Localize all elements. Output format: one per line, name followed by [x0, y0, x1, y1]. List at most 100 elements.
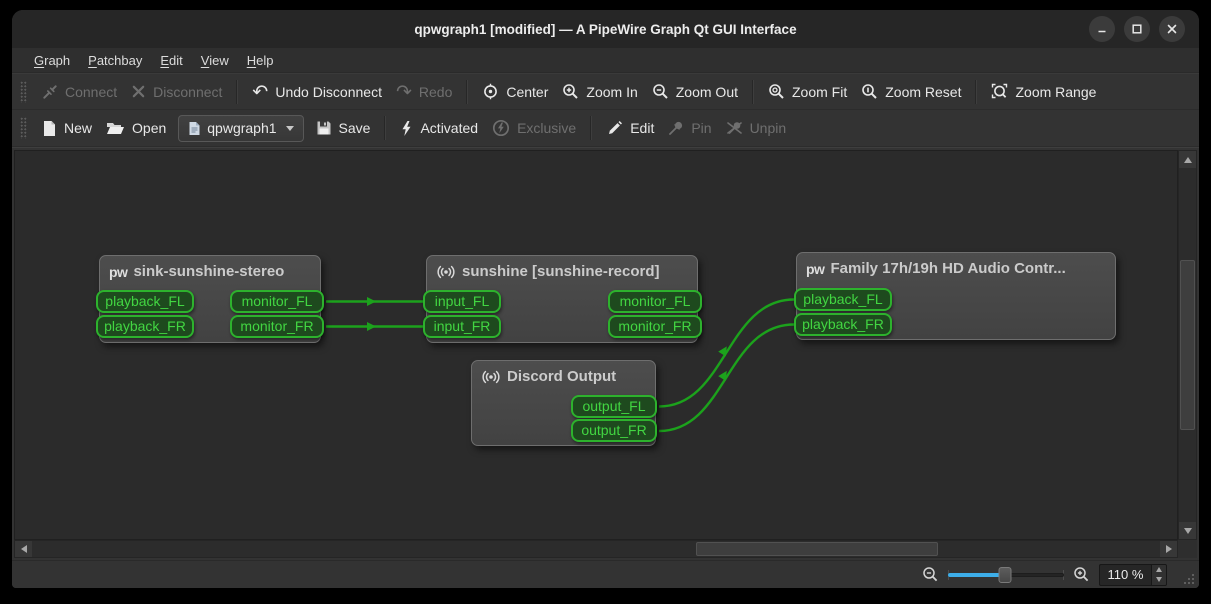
unpin-icon	[726, 122, 742, 134]
zoom-in-button[interactable]: Zoom In	[555, 77, 644, 107]
open-button[interactable]: Open	[99, 113, 173, 143]
disconnect-button[interactable]: Disconnect	[124, 77, 229, 107]
undo-icon: ↶	[252, 80, 269, 103]
zoom-range-button[interactable]: Zoom Range	[984, 77, 1103, 107]
menu-edit[interactable]: Edit	[151, 50, 191, 71]
toolbar-separator	[590, 116, 593, 140]
arrow-down-icon	[1156, 577, 1162, 582]
scroll-down-button[interactable]	[1179, 522, 1196, 539]
vertical-scroll-thumb[interactable]	[1180, 260, 1195, 430]
port-output-fl[interactable]: output_FL	[571, 395, 657, 418]
minimize-button[interactable]	[1089, 16, 1115, 42]
port-input-fr[interactable]: input_FR	[423, 315, 501, 338]
graph-canvas-frame: pw sink-sunshine-stereo playback_FL play…	[12, 147, 1199, 560]
connect-button[interactable]: Connect	[35, 77, 124, 107]
port-playback-fl[interactable]: playback_FL	[96, 290, 194, 313]
zoom-out-icon[interactable]	[922, 566, 939, 583]
statusbar: 110 %	[12, 560, 1199, 588]
port-monitor-fl[interactable]: monitor_FL	[230, 290, 324, 313]
port-monitor-fr[interactable]: monitor_FR	[608, 315, 702, 338]
maximize-icon	[1132, 24, 1142, 34]
slider-handle[interactable]	[998, 566, 1012, 583]
horizontal-scrollbar[interactable]	[14, 540, 1178, 558]
graph-canvas[interactable]: pw sink-sunshine-stereo playback_FL play…	[14, 150, 1178, 540]
bolt-icon	[402, 120, 411, 136]
titlebar[interactable]: qpwgraph1 [modified] — A PipeWire Graph …	[12, 10, 1199, 48]
zoom-fit-button[interactable]: Zoom Fit	[761, 77, 854, 107]
toolbar-drag-handle[interactable]	[20, 117, 27, 139]
bolt-circle-icon	[493, 119, 510, 137]
arrow-up-icon	[1156, 567, 1162, 572]
port-playback-fl[interactable]: playback_FL	[794, 288, 892, 311]
window-title: qpwgraph1 [modified] — A PipeWire Graph …	[414, 21, 797, 37]
zoom-slider[interactable]	[948, 566, 1064, 584]
scrollbar-corner	[1178, 540, 1197, 558]
stream-icon	[437, 265, 455, 278]
toolbar-main: Connect Disconnect ↶ Undo Disconnect ↷ R…	[12, 73, 1199, 110]
menu-patchbay[interactable]: Patchbay	[79, 50, 151, 71]
redo-icon: ↷	[395, 80, 412, 103]
session-name: qpwgraph1	[207, 120, 277, 136]
scroll-right-button[interactable]	[1160, 541, 1177, 557]
toolbar-patchbay: New Open qpwgraph1 Save Activated Exclus…	[12, 110, 1199, 147]
scroll-left-button[interactable]	[15, 541, 32, 557]
toolbar-drag-handle[interactable]	[20, 80, 27, 103]
horizontal-scroll-thumb[interactable]	[696, 542, 938, 556]
zoom-out-button[interactable]: Zoom Out	[645, 77, 745, 107]
pipewire-icon: pw	[806, 260, 825, 277]
toolbar-separator	[236, 79, 239, 104]
zoom-in-icon	[563, 84, 579, 99]
toolbar-separator	[384, 116, 387, 140]
zoom-reset-button[interactable]: Zoom Reset	[854, 77, 968, 107]
zoom-fit-icon	[769, 84, 784, 99]
pin-icon	[669, 121, 683, 135]
unpin-button[interactable]: Unpin	[719, 113, 794, 143]
save-icon	[317, 121, 331, 135]
scroll-up-button[interactable]	[1179, 151, 1196, 168]
stream-icon	[482, 370, 500, 383]
port-monitor-fl[interactable]: monitor_FL	[608, 290, 702, 313]
toolbar-separator	[466, 79, 469, 104]
new-button[interactable]: New	[35, 113, 99, 143]
node-title: sunshine [sunshine-record]	[462, 263, 660, 280]
toolbar-separator	[975, 79, 978, 104]
close-button[interactable]	[1159, 16, 1185, 42]
port-playback-fr[interactable]: playback_FR	[96, 315, 194, 338]
menu-view[interactable]: View	[192, 50, 238, 71]
activated-button[interactable]: Activated	[393, 113, 485, 143]
undo-disconnect-button[interactable]: ↶ Undo Disconnect	[245, 77, 389, 107]
center-button[interactable]: Center	[475, 77, 555, 107]
port-monitor-fr[interactable]: monitor_FR	[230, 315, 324, 338]
arrowhead-icon	[367, 297, 376, 306]
redo-button[interactable]: ↷ Redo	[389, 77, 459, 107]
edit-button[interactable]: Edit	[599, 113, 661, 143]
menu-graph[interactable]: Graph	[25, 50, 79, 71]
spin-down-button[interactable]	[1152, 574, 1166, 585]
port-playback-fr[interactable]: playback_FR	[794, 313, 892, 336]
app-window: qpwgraph1 [modified] — A PipeWire Graph …	[12, 10, 1199, 588]
session-selector[interactable]: qpwgraph1	[178, 114, 304, 142]
vertical-scrollbar[interactable]	[1178, 150, 1197, 540]
arrow-left-icon	[20, 545, 27, 553]
port-output-fr[interactable]: output_FR	[571, 419, 657, 442]
zoom-range-icon	[992, 83, 1008, 99]
spin-up-button[interactable]	[1152, 564, 1166, 575]
resize-grip[interactable]	[1182, 572, 1195, 585]
window-controls	[1089, 16, 1185, 42]
close-icon	[1167, 24, 1177, 34]
disconnect-icon	[132, 85, 145, 98]
zoom-spinbox[interactable]: 110 %	[1099, 563, 1167, 586]
pencil-icon	[609, 120, 623, 134]
minimize-icon	[1098, 30, 1106, 33]
new-file-icon	[44, 120, 55, 136]
pin-button[interactable]: Pin	[661, 113, 718, 143]
maximize-button[interactable]	[1124, 16, 1150, 42]
node-title: Discord Output	[507, 368, 617, 385]
document-icon	[189, 121, 200, 135]
port-input-fl[interactable]: input_FL	[423, 290, 501, 313]
save-button[interactable]: Save	[309, 113, 378, 143]
zoom-in-icon[interactable]	[1073, 566, 1090, 583]
exclusive-button[interactable]: Exclusive	[485, 113, 583, 143]
menu-help[interactable]: Help	[238, 50, 283, 71]
zoom-out-icon	[652, 84, 668, 99]
